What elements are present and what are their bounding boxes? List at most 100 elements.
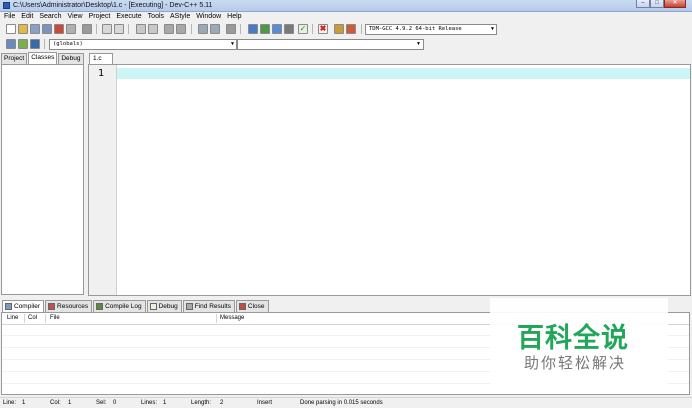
redo-icon[interactable] — [114, 24, 124, 34]
tab-find-results[interactable]: Find Results — [182, 300, 235, 312]
menu-search[interactable]: Search — [36, 12, 64, 22]
tab-classes[interactable]: Classes — [28, 52, 58, 64]
window-controls: – □ ✕ — [636, 0, 686, 9]
menu-edit[interactable]: Edit — [18, 12, 36, 22]
menu-help[interactable]: Help — [224, 12, 244, 22]
line-number: 1 — [98, 68, 105, 79]
watermark-title: 百科全说 — [517, 323, 629, 354]
tab-project[interactable]: Project — [1, 53, 28, 64]
menu-tools[interactable]: Tools — [145, 12, 167, 22]
header-message[interactable]: Message — [217, 313, 244, 324]
tab-debug-output[interactable]: Debug — [146, 300, 182, 312]
undo-icon[interactable] — [102, 24, 112, 34]
rebuild-icon[interactable] — [284, 24, 294, 34]
run-icon[interactable] — [260, 24, 270, 34]
code-editor[interactable]: 1 — [88, 64, 691, 296]
new-file-icon[interactable] — [6, 24, 16, 34]
scope-select[interactable]: (globals) ▼ — [49, 39, 237, 50]
bottom-panel-tabs: Compiler Resources Compile Log Debug Fin… — [2, 300, 270, 312]
replace-icon[interactable] — [148, 24, 158, 34]
header-line[interactable]: Line — [4, 313, 18, 324]
close-all-icon[interactable] — [66, 24, 76, 34]
tab-compiler-label: Compiler — [14, 302, 41, 310]
compiler-icon — [5, 303, 12, 310]
tab-debug[interactable]: Debug — [58, 53, 84, 64]
tab-close-label: Close — [247, 302, 265, 310]
open-file-icon[interactable] — [18, 24, 28, 34]
menu-file[interactable]: File — [0, 12, 18, 22]
stop-execution-icon[interactable]: ✖ — [318, 24, 328, 34]
save-icon[interactable] — [30, 24, 40, 34]
menu-window[interactable]: Window — [193, 12, 224, 22]
toggle-comment-icon[interactable] — [226, 24, 236, 34]
minimize-button[interactable]: – — [636, 0, 650, 8]
toolbar-separator — [240, 24, 241, 34]
tab-compile-log[interactable]: Compile Log — [93, 300, 146, 312]
menu-astyle[interactable]: AStyle — [167, 12, 193, 22]
compile-run-icon[interactable] — [272, 24, 282, 34]
tab-find-results-label: Find Results — [194, 302, 231, 310]
class-browser[interactable] — [1, 64, 84, 295]
maximize-button[interactable]: □ — [650, 0, 664, 8]
chevron-down-icon: ▼ — [490, 26, 494, 32]
toolbar-separator — [361, 24, 362, 34]
main-toolbar: ✓ ✖ TDM-GCC 4.9.2 64-bit Release ▼ — [0, 22, 692, 36]
scope-select-value: (globals) — [53, 41, 83, 47]
tab-close-panel[interactable]: Close — [235, 300, 269, 312]
line-number-gutter: 1 — [89, 65, 117, 295]
tab-compile-log-label: Compile Log — [105, 302, 142, 310]
editor-area: 1.c 1 — [88, 52, 691, 296]
app-icon — [3, 2, 10, 9]
menu-project[interactable]: Project — [86, 12, 114, 22]
indent-icon[interactable] — [198, 24, 208, 34]
menu-bar: File Edit Search View Project Execute To… — [0, 12, 692, 22]
function-select[interactable]: ▼ — [237, 39, 424, 50]
unindent-icon[interactable] — [210, 24, 220, 34]
goto-line-icon[interactable] — [164, 24, 174, 34]
left-panel: Project Classes Debug — [0, 52, 86, 296]
header-divider — [45, 314, 46, 323]
compiler-select[interactable]: TDM-GCC 4.9.2 64-bit Release ▼ — [365, 24, 497, 35]
compile-icon[interactable] — [248, 24, 258, 34]
goto-bookmark-icon[interactable] — [30, 39, 40, 49]
header-col[interactable]: Col — [25, 313, 37, 324]
profile-icon[interactable] — [346, 24, 356, 34]
current-line-highlight[interactable] — [117, 68, 690, 79]
window-title: C:\Users\Administrator\Desktop\1.c - [Ex… — [13, 2, 213, 9]
toggle-bookmark-icon[interactable] — [18, 39, 28, 49]
syntax-check-icon[interactable]: ✓ — [298, 24, 308, 34]
compiler-select-value: TDM-GCC 4.9.2 64-bit Release — [369, 26, 462, 32]
toolbar-separator — [44, 39, 45, 49]
close-icon — [238, 303, 246, 310]
find-icon[interactable] — [136, 24, 146, 34]
save-all-icon[interactable] — [42, 24, 52, 34]
status-bar: Line: 1 Col: 1 Sel: 0 Lines: 1 Length: 2… — [0, 397, 692, 408]
title-bar: C:\Users\Administrator\Desktop\1.c - [Ex… — [0, 0, 692, 12]
tab-debug-label: Debug — [158, 302, 178, 310]
bookmark-icon[interactable] — [176, 24, 186, 34]
debug-icon — [149, 303, 157, 310]
menu-view[interactable]: View — [65, 12, 86, 22]
insert-code-icon[interactable] — [6, 39, 16, 49]
tab-resources-label: Resources — [57, 302, 89, 310]
print-icon[interactable] — [82, 24, 92, 34]
menu-execute[interactable]: Execute — [113, 12, 144, 22]
left-panel-tabs: Project Classes Debug — [1, 52, 85, 64]
watermark-subtitle: 助你轻松解决 — [524, 354, 627, 372]
close-window-button[interactable]: ✕ — [664, 0, 686, 8]
close-file-icon[interactable] — [54, 24, 64, 34]
chevron-down-icon: ▼ — [230, 41, 234, 47]
toolbar-separator — [312, 24, 313, 34]
debug-icon[interactable] — [334, 24, 344, 34]
editor-tab-1c[interactable]: 1.c — [89, 53, 113, 64]
compile-log-icon — [96, 303, 104, 310]
watermark: 百科全说 助你轻松解决 — [490, 298, 668, 388]
tab-resources[interactable]: Resources — [45, 300, 93, 312]
tab-compiler[interactable]: Compiler — [2, 300, 45, 312]
find-results-icon — [185, 303, 193, 310]
header-file[interactable]: File — [47, 313, 60, 324]
chevron-down-icon: ▼ — [416, 41, 421, 47]
toolbar-separator — [96, 24, 97, 34]
toolbar-separator — [128, 24, 129, 34]
resources-icon — [48, 303, 56, 310]
